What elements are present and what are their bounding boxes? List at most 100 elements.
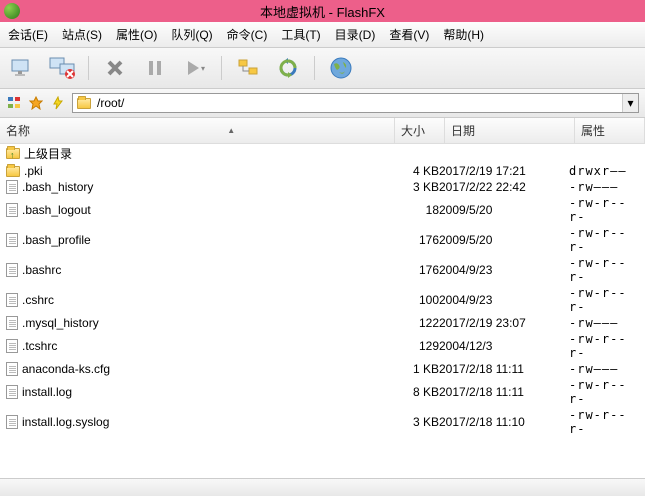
list-item[interactable]: install.log 8 KB2017/2/18 11:11-rw-r--r- <box>0 377 645 407</box>
window-title: 本地虚拟机 - FlashFX <box>260 2 385 21</box>
address-bar: ▾ <box>0 89 645 118</box>
file-size: 122 <box>389 316 439 330</box>
file-name: .bashrc <box>22 263 61 277</box>
col-header-name[interactable]: 名称▲ <box>0 118 395 143</box>
file-date: 2017/2/22 22:42 <box>439 180 569 194</box>
file-name: .bash_history <box>22 180 93 194</box>
file-icon <box>6 233 18 247</box>
file-attr: -rw-r--r- <box>569 256 639 284</box>
file-icon <box>6 203 18 217</box>
file-name: .tcshrc <box>22 339 57 353</box>
tree-view-icon[interactable] <box>6 95 22 111</box>
path-dropdown-icon[interactable]: ▾ <box>622 94 638 112</box>
list-item[interactable]: .tcshrc 1292004/12/3-rw-r--r- <box>0 331 645 361</box>
menu-item[interactable]: 目录(D) <box>335 26 376 43</box>
folder-tree-icon[interactable] <box>234 54 262 82</box>
folder-icon <box>77 98 91 109</box>
file-attr: -rw-r--r- <box>569 378 639 406</box>
folder-icon <box>6 166 20 177</box>
title-bar: 本地虚拟机 - FlashFX <box>0 0 645 22</box>
file-icon <box>6 180 18 194</box>
file-list: 名称▲ 大小 日期 属性 ↑上级目录 .pki4 KB2017/2/19 17:… <box>0 118 645 478</box>
file-name: .cshrc <box>22 293 54 307</box>
file-attr: -rw-r--r- <box>569 408 639 436</box>
file-date: 2004/12/3 <box>439 339 569 353</box>
path-input[interactable] <box>95 94 622 112</box>
parent-dir-row[interactable]: ↑ 上级目录 <box>0 144 645 163</box>
file-date: 2017/2/18 11:11 <box>439 385 569 399</box>
menu-item[interactable]: 队列(Q) <box>171 26 212 43</box>
list-item[interactable]: anaconda-ks.cfg 1 KB2017/2/18 11:11-rw——— <box>0 361 645 377</box>
list-item[interactable]: .bash_profile1762009/5/20-rw-r--r- <box>0 225 645 255</box>
col-header-date[interactable]: 日期 <box>445 118 575 143</box>
col-header-size[interactable]: 大小 <box>395 118 445 143</box>
file-icon <box>6 293 18 307</box>
file-name: install.log.syslog <box>22 415 109 429</box>
list-item[interactable]: install.log.syslog 3 KB2017/2/18 11:10-rw… <box>0 407 645 437</box>
file-size: 1 KB <box>389 362 439 376</box>
menu-item[interactable]: 查看(V) <box>389 26 429 43</box>
list-item[interactable]: .pki4 KB2017/2/19 17:21drwxr—— <box>0 163 645 179</box>
pause-icon[interactable] <box>141 54 169 82</box>
status-bar <box>0 478 645 496</box>
file-size: 3 KB <box>389 415 439 429</box>
lightning-icon[interactable] <box>50 95 66 111</box>
file-date: 2004/9/23 <box>439 263 569 277</box>
file-icon <box>6 316 18 330</box>
file-attr: -rw——— <box>569 180 639 194</box>
menu-item[interactable]: 工具(T) <box>281 26 320 43</box>
file-name: install.log <box>22 385 72 399</box>
file-icon <box>6 415 18 429</box>
list-item[interactable]: .bash_history3 KB2017/2/22 22:42-rw——— <box>0 179 645 195</box>
favorite-icon[interactable] <box>28 95 44 111</box>
file-size: 129 <box>389 339 439 353</box>
file-attr: -rw——— <box>569 316 639 330</box>
file-date: 2017/2/18 11:10 <box>439 415 569 429</box>
menu-item[interactable]: 命令(C) <box>227 26 268 43</box>
list-item[interactable]: .mysql_history 1222017/2/19 23:07-rw——— <box>0 315 645 331</box>
file-attr: -rw-r--r- <box>569 286 639 314</box>
list-item[interactable]: .cshrc1002004/9/23-rw-r--r- <box>0 285 645 315</box>
file-name: .mysql_history <box>22 316 99 330</box>
path-input-wrap: ▾ <box>72 93 639 113</box>
file-name: anaconda-ks.cfg <box>22 362 110 376</box>
folder-up-icon: ↑ <box>6 148 20 159</box>
abort-icon[interactable] <box>101 54 129 82</box>
file-name: .bash_logout <box>22 203 91 217</box>
list-item[interactable]: .bash_logout182009/5/20-rw-r--r- <box>0 195 645 225</box>
play-icon[interactable]: ▾ <box>181 54 209 82</box>
sort-arrow-icon: ▲ <box>227 126 235 135</box>
file-size: 8 KB <box>389 385 439 399</box>
list-item[interactable]: .bashrc 1762004/9/23-rw-r--r- <box>0 255 645 285</box>
file-name: .pki <box>24 164 43 178</box>
app-icon <box>4 3 20 19</box>
file-size: 176 <box>389 233 439 247</box>
file-date: 2017/2/19 23:07 <box>439 316 569 330</box>
globe-icon[interactable] <box>327 54 355 82</box>
list-header: 名称▲ 大小 日期 属性 <box>0 118 645 144</box>
file-size: 176 <box>389 263 439 277</box>
file-icon <box>6 339 18 353</box>
file-attr: drwxr—— <box>569 164 639 178</box>
file-icon <box>6 385 18 399</box>
disconnect-icon[interactable] <box>48 54 76 82</box>
file-attr: -rw-r--r- <box>569 196 639 224</box>
menu-item[interactable]: 站点(S) <box>62 26 102 43</box>
menu-bar: 会话(E) 站点(S) 属性(O) 队列(Q) 命令(C) 工具(T) 目录(D) 查看(V)… <box>0 22 645 48</box>
parent-dir-label: 上级目录 <box>24 145 72 162</box>
menu-item[interactable]: 帮助(H) <box>443 26 484 43</box>
file-attr: -rw-r--r- <box>569 226 639 254</box>
col-header-attr[interactable]: 属性 <box>575 118 645 143</box>
file-date: 2004/9/23 <box>439 293 569 307</box>
menu-item[interactable]: 属性(O) <box>116 26 157 43</box>
file-date: 2017/2/18 11:11 <box>439 362 569 376</box>
connect-local-icon[interactable] <box>8 54 36 82</box>
menu-item[interactable]: 会话(E) <box>8 26 48 43</box>
file-size: 18 <box>389 203 439 217</box>
refresh-icon[interactable] <box>274 54 302 82</box>
main-toolbar: ▾ <box>0 48 645 89</box>
file-date: 2009/5/20 <box>439 233 569 247</box>
file-size: 4 KB <box>389 164 439 178</box>
file-attr: -rw——— <box>569 362 639 376</box>
file-attr: -rw-r--r- <box>569 332 639 360</box>
